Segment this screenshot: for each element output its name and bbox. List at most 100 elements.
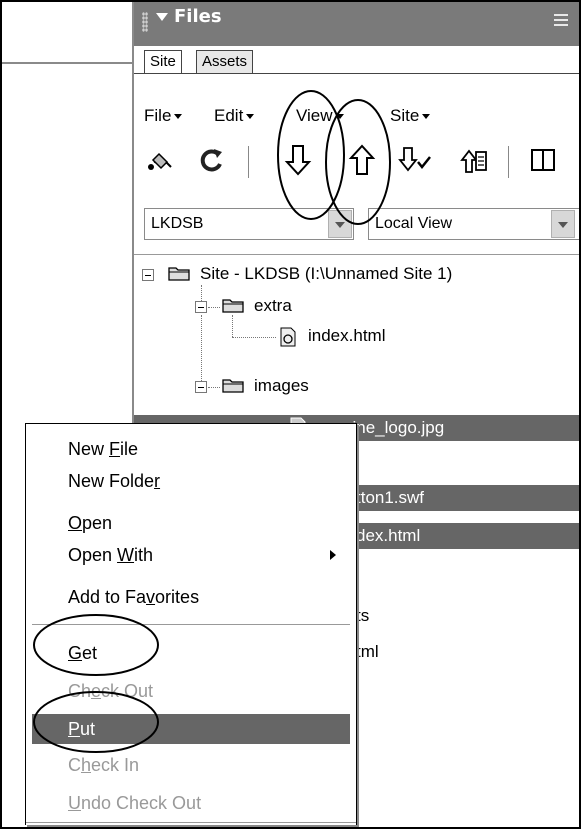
checkin-icon[interactable] (456, 142, 492, 178)
menu-item-add-to-favorites[interactable]: Add to Favorites (32, 582, 350, 612)
toolbar-separator (248, 146, 249, 178)
tree-node-ts[interactable]: ts (356, 601, 369, 631)
panel-menubar: File Edit View Site (134, 102, 579, 132)
folder-icon (222, 299, 244, 313)
menu-item-undo-check-out: Undo Check Out (32, 788, 350, 818)
menu-edit-label: Edit (214, 106, 244, 125)
menu-item-text: New (68, 439, 110, 459)
menu-item-mnemonic: r (154, 471, 161, 491)
menu-item-get[interactable]: Get (32, 638, 350, 668)
menu-site[interactable]: Site (390, 106, 431, 126)
site-select-value: LKDSB (151, 215, 204, 232)
chevron-down-icon[interactable] (551, 210, 575, 238)
menu-item-open-with[interactable]: Open With (32, 540, 350, 570)
menu-item-mnemonic: v (146, 587, 156, 607)
submenu-arrow-icon (330, 550, 336, 560)
menu-item-mnemonic: P (68, 719, 81, 739)
menu-item-text: orites (155, 587, 200, 607)
panel-grip-icon[interactable] (142, 12, 148, 32)
menu-item-mnemonic: G (68, 643, 83, 663)
menu-item-mnemonic: W (117, 545, 135, 565)
menu-item-new-folder[interactable]: New Folder (32, 466, 350, 496)
html-file-icon (280, 327, 296, 347)
tree-divider (134, 254, 579, 255)
connect-icon[interactable] (142, 142, 178, 178)
menu-item-check-in: Check In (32, 750, 350, 780)
menu-item-mnemonic: O (68, 513, 83, 533)
menu-item-text: ck Out (101, 681, 154, 701)
menu-item-open[interactable]: Open (32, 508, 350, 538)
tree-node-logo[interactable]: vine_logo.jpg (344, 415, 444, 441)
menu-edit[interactable]: Edit (214, 106, 255, 126)
panel-title-text: Files (174, 6, 222, 27)
menu-item-text: ut (80, 719, 96, 739)
tree-node-tml[interactable]: tml (356, 637, 379, 667)
files-toolbar (134, 142, 579, 182)
collapse-triangle-icon[interactable] (156, 13, 168, 21)
menu-item-text: pen (82, 513, 113, 533)
menu-item-put[interactable]: Put (32, 714, 350, 744)
menu-site-label: Site (390, 106, 420, 125)
tabs-divider (134, 73, 579, 74)
tree-node-images[interactable]: images (254, 371, 309, 401)
tree-node-extra-index[interactable]: index.html (308, 321, 385, 351)
expand-icon[interactable] (526, 142, 562, 178)
menu-file[interactable]: File (144, 106, 183, 126)
menu-view-label: View (296, 106, 333, 125)
put-arrow-icon[interactable] (344, 142, 380, 178)
dropdown-arrow-icon (422, 114, 431, 120)
menu-file-label: File (144, 106, 172, 125)
view-select[interactable]: Local View (368, 208, 581, 240)
menu-item-text: et (82, 643, 98, 663)
toolbar-separator (508, 146, 509, 178)
tree-guide-line (232, 315, 233, 337)
menu-item-text: C (68, 755, 81, 775)
files-panel-titlebar[interactable]: Files (134, 2, 579, 46)
dropdown-arrow-icon (174, 114, 183, 120)
menu-item-mnemonic: h (81, 755, 92, 775)
refresh-icon[interactable] (194, 142, 230, 178)
tree-node-index[interactable]: dex.html (356, 523, 420, 549)
dropdown-arrow-icon (335, 114, 344, 120)
tab-assets[interactable]: Assets (196, 50, 254, 74)
menu-item-mnemonic: e (91, 681, 102, 701)
folder-icon (222, 379, 244, 393)
dropdown-arrow-icon (246, 114, 255, 120)
get-arrow-icon[interactable] (280, 142, 316, 178)
menu-bottom-edge (26, 822, 356, 823)
menu-item-check-out: Check Out (32, 676, 350, 706)
collapse-toggle-icon[interactable] (195, 381, 207, 393)
menu-item-text: Add to Fa (68, 587, 147, 607)
checkout-icon[interactable] (398, 142, 434, 178)
collapse-toggle-icon[interactable] (195, 301, 207, 313)
tree-guide-line (201, 315, 202, 385)
menu-item-mnemonic: U (68, 793, 81, 813)
menu-item-text: ile (120, 439, 139, 459)
tree-node-root[interactable]: Site - LKDSB (I:\Unnamed Site 1) (200, 259, 452, 289)
menu-item-text: Ch (68, 681, 92, 701)
menu-item-new-file[interactable]: New File (32, 434, 350, 464)
menu-view[interactable]: View (296, 106, 344, 126)
menu-item-text: ndo Check Out (81, 793, 202, 813)
site-select[interactable]: LKDSB (144, 208, 354, 240)
context-menu: New File New Folder Open Open With Add t… (25, 423, 357, 825)
tree-guide-line (208, 387, 220, 388)
tree-node-swf[interactable]: tton1.swf (356, 485, 424, 511)
document-toolbar-divider (2, 62, 134, 64)
menu-item-text: ith (134, 545, 154, 565)
view-select-value: Local View (375, 215, 453, 232)
menu-item-text: New Folde (68, 471, 155, 491)
folder-icon (168, 267, 190, 281)
tab-site[interactable]: Site (144, 50, 182, 74)
tree-node-extra[interactable]: extra (254, 291, 292, 321)
panel-options-icon[interactable] (554, 12, 576, 32)
tree-guide-line (208, 307, 220, 308)
collapse-toggle-icon[interactable] (142, 269, 154, 281)
menu-item-mnemonic: F (109, 439, 121, 459)
chevron-down-icon[interactable] (328, 210, 352, 238)
menu-separator (32, 624, 350, 625)
menu-item-text: Open (68, 545, 118, 565)
tree-guide-line (232, 337, 276, 338)
menu-item-text: eck In (91, 755, 140, 775)
files-panel-title[interactable]: Files (156, 6, 222, 27)
